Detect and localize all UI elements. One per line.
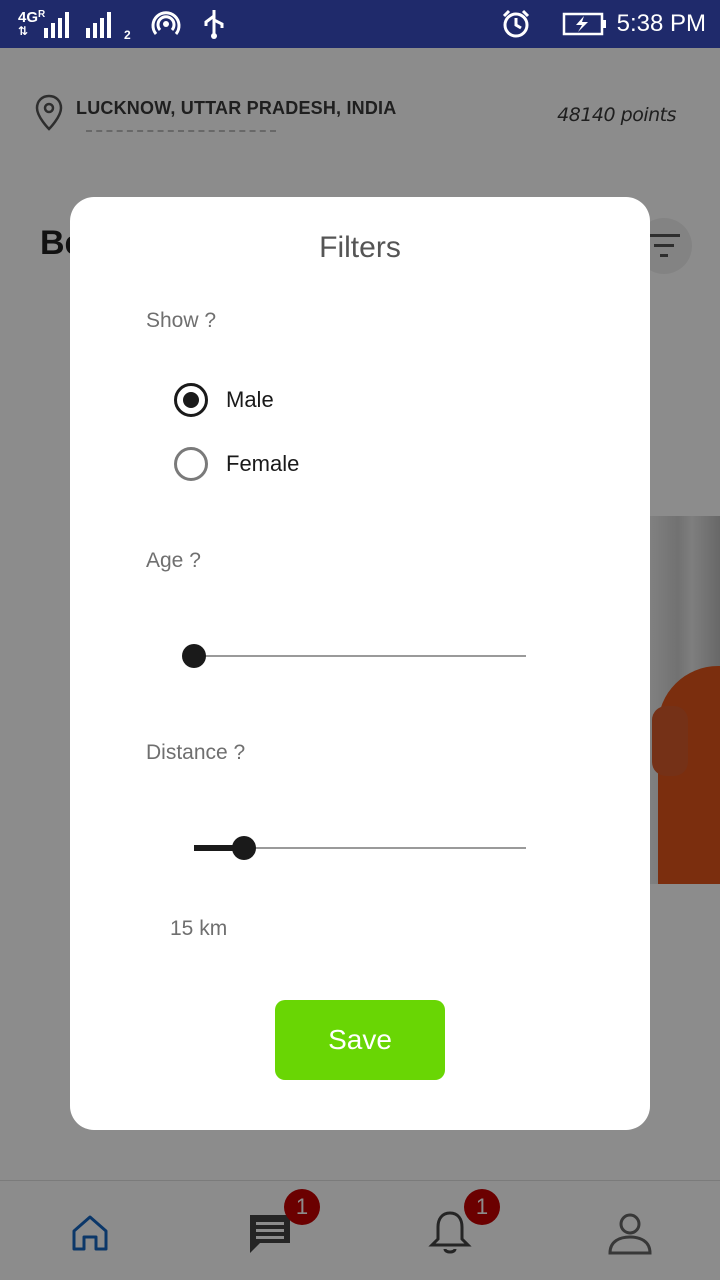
slider-thumb[interactable] (182, 644, 206, 668)
filters-dialog: Filters Show ? Male Female Age ? Distanc… (70, 197, 650, 1130)
signal-icon (86, 12, 111, 38)
dialog-title: Filters (319, 231, 401, 264)
hotspot-icon (151, 11, 181, 35)
age-slider[interactable] (182, 642, 526, 670)
signal-icon (44, 12, 69, 38)
radio-button[interactable] (174, 447, 208, 481)
distance-label: Distance ? (146, 741, 246, 764)
radio-option-female[interactable]: Female (174, 447, 474, 487)
radio-button[interactable] (174, 383, 208, 417)
usb-icon (204, 10, 224, 39)
distance-slider[interactable] (194, 834, 526, 862)
distance-value: 15 km (170, 917, 228, 940)
radio-label: Female (226, 451, 300, 476)
clock: 5:38 PM (616, 10, 706, 37)
radio-dot (183, 392, 199, 408)
battery-charging-icon (562, 12, 606, 36)
show-label: Show ? (146, 309, 217, 332)
status-bar: 4GR ⇅ 2 5:38 PM (0, 0, 720, 48)
radio-option-male[interactable]: Male (174, 383, 474, 423)
age-label: Age ? (146, 549, 201, 572)
save-button[interactable]: Save (275, 1000, 445, 1080)
sim2-label: 2 (124, 28, 131, 42)
slider-thumb[interactable] (231, 836, 256, 860)
radio-label: Male (226, 387, 274, 412)
network-type: 4GR ⇅ (18, 9, 45, 38)
data-arrows-icon: ⇅ (18, 24, 29, 38)
alarm-icon (502, 9, 530, 38)
slider-track (194, 655, 526, 657)
